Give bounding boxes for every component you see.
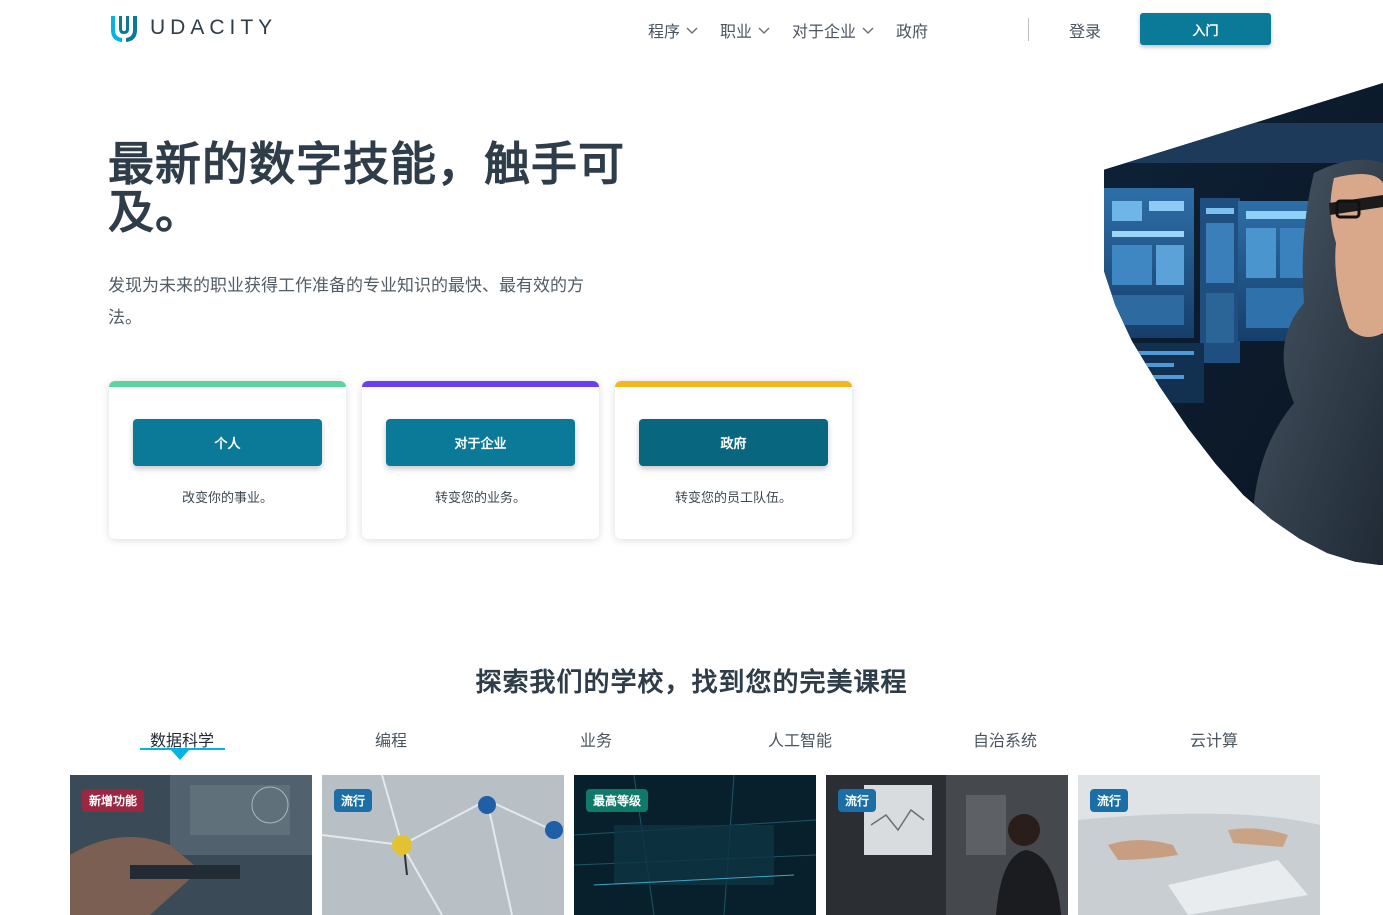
government-button[interactable]: 政府 xyxy=(639,419,828,466)
school-badge: 流行 xyxy=(334,789,373,812)
school-badge: 流行 xyxy=(1090,789,1129,812)
chevron-down-icon xyxy=(758,27,770,35)
school-card[interactable]: 新增功能 xyxy=(70,775,312,915)
card-government: 政府 转变您的员工队伍。 xyxy=(615,381,852,539)
nav-item-label: 职业 xyxy=(720,22,753,41)
card-individual: 个人 改变你的事业。 xyxy=(109,381,346,539)
login-link[interactable]: 登录 xyxy=(1069,18,1101,42)
card-accent-bar xyxy=(362,381,599,387)
card-accent-bar xyxy=(615,381,852,387)
nav-item-programs[interactable]: 程序 xyxy=(648,18,698,42)
nav-item-government[interactable]: 政府 xyxy=(896,18,928,42)
school-badge: 新增功能 xyxy=(82,789,145,812)
card-description: 改变你的事业。 xyxy=(181,491,273,506)
individual-button[interactable]: 个人 xyxy=(133,419,322,466)
nav-item-careers[interactable]: 职业 xyxy=(720,18,770,42)
tab-programming[interactable]: 编程 xyxy=(375,727,407,751)
school-card[interactable]: 最高等级 xyxy=(574,775,816,915)
tab-autonomous-systems[interactable]: 自治系统 xyxy=(973,727,1037,751)
school-badge: 流行 xyxy=(838,789,877,812)
hero-image xyxy=(1104,83,1383,565)
chevron-down-icon xyxy=(862,27,874,35)
hero-title: 最新的数字技能，触手可及。 xyxy=(108,137,625,239)
nav-item-label: 对于企业 xyxy=(792,22,857,41)
logo-wordmark: UDACITY xyxy=(150,16,278,39)
udacity-logo[interactable]: UDACITY xyxy=(108,12,277,44)
udacity-logo-icon xyxy=(111,16,137,42)
tab-artificial-intelligence[interactable]: 人工智能 xyxy=(768,727,832,751)
get-started-button[interactable]: 入门 xyxy=(1140,13,1271,45)
school-card[interactable]: 流行 xyxy=(322,775,564,915)
active-tab-pointer-icon xyxy=(171,750,189,760)
explore-section-title: 探索我们的学校，找到您的完美课程 xyxy=(475,668,908,698)
card-enterprise: 对于企业 转变您的业务。 xyxy=(362,381,599,539)
nav-divider xyxy=(1028,18,1029,41)
card-description: 转变您的业务。 xyxy=(434,491,526,506)
school-card[interactable]: 流行 xyxy=(1078,775,1320,915)
tab-business[interactable]: 业务 xyxy=(580,727,612,751)
tab-cloud-computing[interactable]: 云计算 xyxy=(1190,727,1238,751)
school-card[interactable]: 流行 xyxy=(826,775,1068,915)
nav-item-label: 程序 xyxy=(648,22,681,41)
chevron-down-icon xyxy=(686,27,698,35)
card-accent-bar xyxy=(109,381,346,387)
hero-subtitle: 发现为未来的职业获得工作准备的专业知识的最快、最有效的方法。 xyxy=(108,276,584,328)
nav-item-label: 政府 xyxy=(896,22,929,41)
card-description: 转变您的员工队伍。 xyxy=(674,491,792,506)
nav-item-enterprise[interactable]: 对于企业 xyxy=(792,18,874,42)
main-nav: 程序 职业 对于企业 政府 xyxy=(648,18,928,42)
school-badge: 最高等级 xyxy=(586,789,649,812)
enterprise-button[interactable]: 对于企业 xyxy=(386,419,575,466)
